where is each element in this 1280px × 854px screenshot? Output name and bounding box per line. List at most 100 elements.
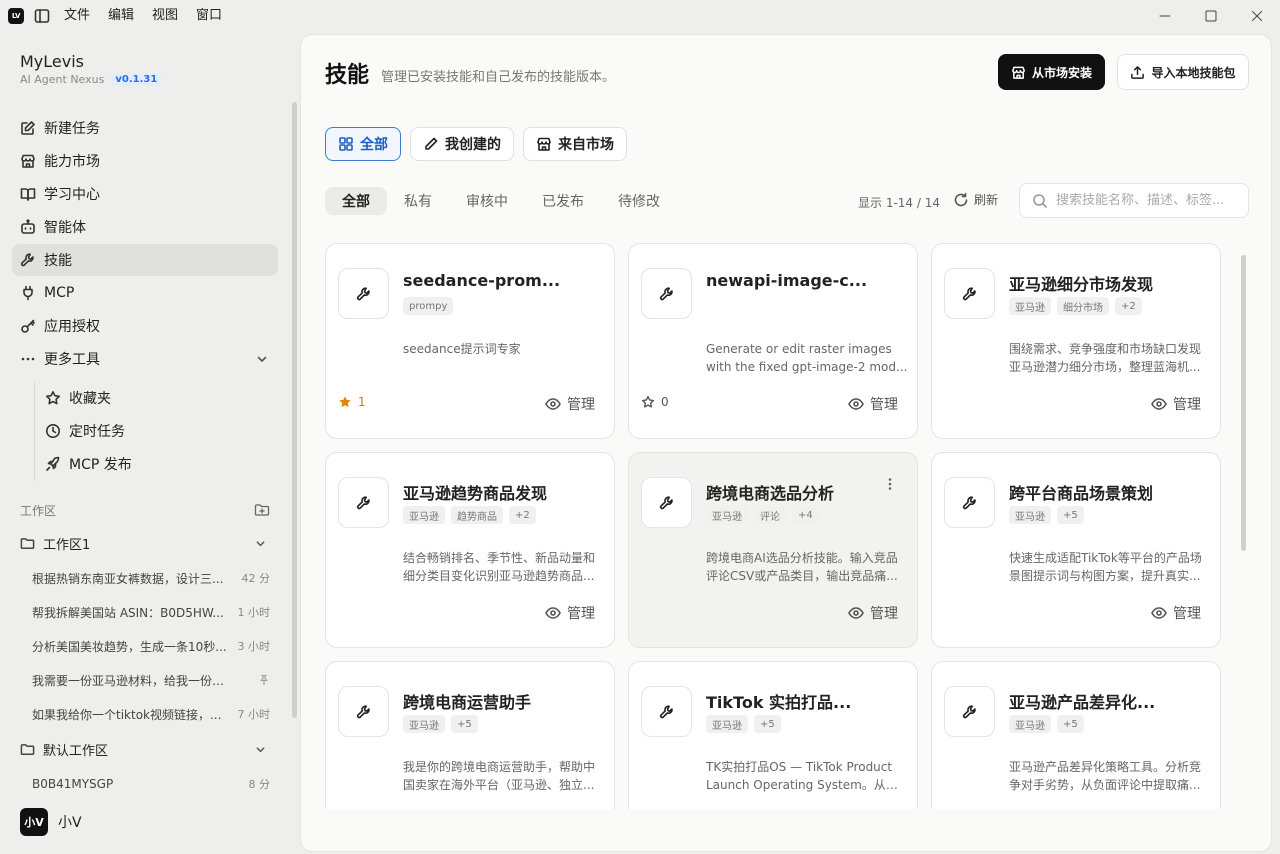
favorite-button[interactable]: 0	[641, 395, 669, 409]
key-icon	[20, 318, 36, 334]
skill-tags: 亚马逊 +5	[1009, 506, 1084, 524]
skill-title: 亚马逊产品差异化...	[1009, 693, 1156, 712]
maximize-button[interactable]	[1188, 0, 1234, 32]
more-vertical-icon[interactable]	[883, 477, 897, 491]
nav-label: 应用授权	[44, 319, 100, 335]
nav-item-skills[interactable]: 技能	[12, 244, 278, 276]
skill-card[interactable]: seedance-prom... prompy seedance提示词专家 1 管理	[325, 243, 615, 439]
refresh-button[interactable]: 刷新	[953, 191, 998, 208]
workspace-group-default[interactable]: 默认工作区	[20, 736, 270, 762]
scope-tabs: 全部 我创建的 来自市场	[325, 127, 627, 161]
new-folder-icon[interactable]	[254, 502, 270, 518]
nav-item-mcp[interactable]: MCP	[12, 277, 278, 309]
wrench-icon	[338, 686, 389, 737]
wrench-icon	[20, 252, 36, 268]
favorite-button[interactable]: 1	[338, 395, 366, 409]
workspace-task-item[interactable]: 我需要一份亚马逊材料，给我一份清单	[32, 669, 270, 691]
tag: 亚马逊	[706, 506, 748, 524]
import-local-skill-button[interactable]: 导入本地技能包	[1117, 54, 1249, 90]
manage-button[interactable]: 管理	[1151, 603, 1201, 623]
tag: 亚马逊	[706, 715, 748, 733]
menu-view[interactable]: 视图	[152, 6, 178, 26]
user-profile[interactable]: 小V 小V	[20, 808, 82, 836]
skill-card[interactable]: 跨平台商品场景策划 亚马逊 +5 快速生成适配TikTok等平台的产品场景图提示词与构…	[931, 452, 1221, 648]
menu-window[interactable]: 窗口	[196, 6, 222, 26]
main-panel: 技能 管理已安装技能和自己发布的技能版本。 从市场安装 导入本地技能包 全部 我…	[300, 34, 1272, 852]
nav-item-learning[interactable]: 学习中心	[12, 178, 278, 210]
workspace-task-item[interactable]: B0B41MYSGP 8 分	[32, 773, 270, 795]
skill-description: TK实拍打品OS — TikTok Product Launch Operati…	[706, 760, 893, 792]
skill-card[interactable]: 亚马逊产品差异化... 亚马逊 +5 亚马逊产品差异化策略工具。分析竞争对手劣势，从负…	[931, 661, 1221, 809]
chevron-down-icon[interactable]	[256, 353, 268, 365]
workspace-header-label: 工作区	[20, 503, 57, 518]
rocket-icon	[45, 456, 61, 472]
title-bar: LV 文件 编辑 视图 窗口	[0, 0, 1280, 32]
minimize-button[interactable]	[1142, 0, 1188, 32]
pin-icon[interactable]	[258, 674, 270, 686]
skill-card[interactable]: 亚马逊趋势商品发现 亚马逊 趋势商品 +2 结合畅销排名、季节性、新品动量和细分类目变化…	[325, 452, 615, 648]
avatar: 小V	[20, 808, 48, 836]
skill-card[interactable]: 跨境电商运营助手 亚马逊 +5 我是你的跨境电商运营助手，帮助中国卖家在海外平台（亚马…	[325, 661, 615, 809]
workspace-group-1[interactable]: 工作区1	[20, 530, 270, 556]
tag: 亚马逊	[1009, 715, 1051, 733]
status-tab-needs-revision[interactable]: 待修改	[601, 187, 677, 215]
nav-item-more-tools[interactable]: 更多工具	[12, 343, 278, 375]
tab-from-market[interactable]: 来自市场	[523, 127, 627, 161]
edit-icon	[20, 120, 36, 136]
tag: 亚马逊	[1009, 506, 1051, 524]
skill-card[interactable]: 跨境电商选品分析 亚马逊 评论 +4 跨境电商AI选品分析技能。输入竞品评论CSV或产品…	[628, 452, 918, 648]
status-tab-private[interactable]: 私有	[387, 187, 449, 215]
sidebar-toggle-icon[interactable]	[34, 8, 50, 24]
tag: +4	[792, 506, 819, 524]
tab-created-by-me[interactable]: 我创建的	[410, 127, 514, 161]
workspace-task-item[interactable]: 根据热销东南亚女裤数据，设计三... 42 分	[32, 567, 270, 589]
chevron-down-icon[interactable]	[255, 538, 266, 549]
star-icon	[338, 395, 352, 409]
manage-button[interactable]: 管理	[545, 394, 595, 414]
skill-card[interactable]: TikTok 实拍打品... 亚马逊 +5 TK实拍打品OS — TikTok Pro…	[628, 661, 918, 809]
menu-edit[interactable]: 编辑	[108, 6, 134, 26]
nav-item-new-task[interactable]: 新建任务	[12, 112, 278, 144]
manage-button[interactable]: 管理	[848, 603, 898, 623]
tag: 亚马逊	[1009, 297, 1051, 315]
skill-card[interactable]: 亚马逊细分市场发现 亚马逊 细分市场 +2 围绕需求、竞争强度和市场缺口发现亚马逊潜力细…	[931, 243, 1221, 439]
nav-item-agents[interactable]: 智能体	[12, 211, 278, 243]
nav-item-favorites[interactable]: 收藏夹	[35, 382, 278, 414]
app-logo: LV	[8, 8, 24, 24]
robot-icon	[20, 219, 36, 235]
status-tab-published[interactable]: 已发布	[525, 187, 601, 215]
nav-item-scheduled[interactable]: 定时任务	[35, 415, 278, 447]
search-input[interactable]	[1056, 193, 1246, 208]
tab-all[interactable]: 全部	[325, 127, 401, 161]
manage-label: 管理	[567, 397, 595, 413]
task-title: 我需要一份亚马逊材料，给我一份清单	[32, 673, 228, 688]
nav-item-mcp-publish[interactable]: MCP 发布	[35, 448, 278, 480]
nav-item-market[interactable]: 能力市场	[12, 145, 278, 177]
tag: +2	[1115, 297, 1142, 315]
workspace-task-item[interactable]: 分析美国美妆趋势，生成一条10秒... 3 小时	[32, 635, 270, 657]
skill-card[interactable]: newapi-image-c... Generate or edit raster…	[628, 243, 918, 439]
wrench-icon	[641, 477, 692, 528]
skill-description: 跨境电商AI选品分析技能。输入竞品评论CSV或产品类目，输出竞品痛...	[706, 551, 898, 583]
task-title: 如果我给你一个tiktok视频链接，...	[32, 707, 222, 722]
grid-icon	[338, 136, 354, 152]
status-tab-reviewing[interactable]: 审核中	[449, 187, 525, 215]
manage-button[interactable]: 管理	[848, 394, 898, 414]
manage-button[interactable]: 管理	[545, 603, 595, 623]
skill-tags: 亚马逊 细分市场 +2	[1009, 297, 1142, 315]
page-description: 管理已安装技能和自己发布的技能版本。	[381, 70, 616, 85]
close-button[interactable]	[1234, 0, 1280, 32]
skill-tags: 亚马逊 +5	[706, 715, 781, 733]
install-from-market-button[interactable]: 从市场安装	[998, 54, 1105, 90]
nav-item-app-auth[interactable]: 应用授权	[12, 310, 278, 342]
window-controls	[1142, 0, 1280, 32]
manage-button[interactable]: 管理	[1151, 394, 1201, 414]
sidebar-scrollbar[interactable]	[292, 102, 297, 718]
workspace-task-item[interactable]: 如果我给你一个tiktok视频链接，... 7 小时	[32, 703, 270, 725]
workspace-task-item[interactable]: 帮我拆解美国站 ASIN：B0D5HW... 1 小时	[32, 601, 270, 623]
skill-title: TikTok 实拍打品...	[706, 693, 852, 712]
chevron-down-icon[interactable]	[255, 744, 266, 755]
status-tab-all[interactable]: 全部	[325, 187, 387, 215]
main-scrollbar[interactable]	[1241, 255, 1246, 551]
menu-file[interactable]: 文件	[64, 6, 90, 26]
